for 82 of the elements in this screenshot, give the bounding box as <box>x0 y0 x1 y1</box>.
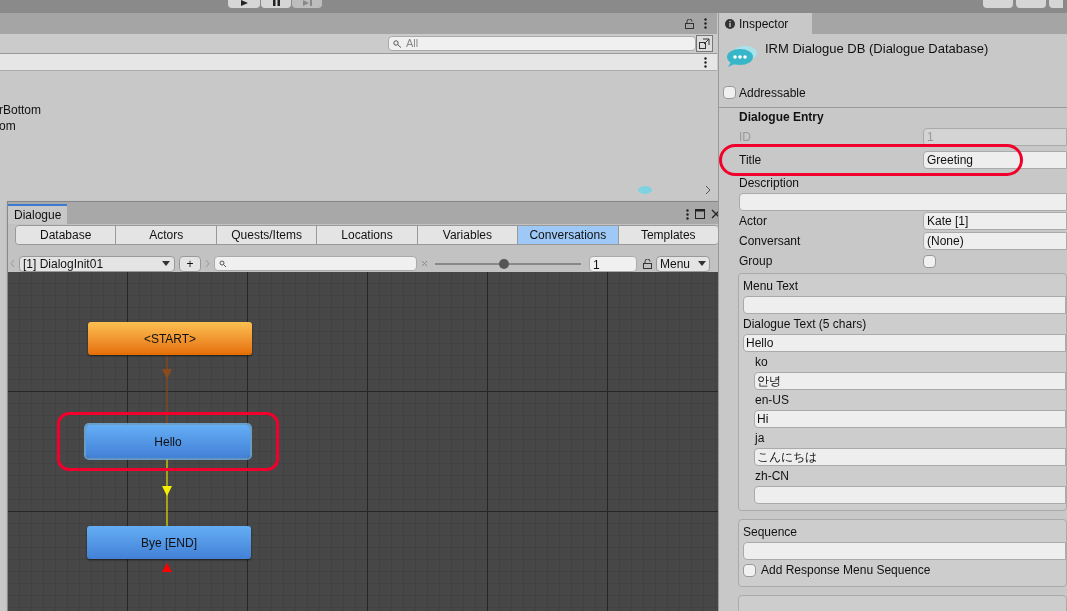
dropdown-value: [1] DialogInit01 <box>23 255 104 273</box>
lock-icon[interactable] <box>685 18 694 29</box>
maximize-button[interactable] <box>696 35 713 52</box>
tab[interactable]: Conversations <box>517 226 618 244</box>
text-field[interactable]: (None) <box>923 232 1067 250</box>
search-field[interactable]: All <box>388 36 696 51</box>
text-field[interactable]: Greeting <box>923 151 1067 169</box>
chat-bubbles-icon <box>725 44 759 68</box>
text-field[interactable] <box>754 486 1066 504</box>
checkbox-label: Group <box>739 253 774 270</box>
text-field[interactable]: Kate [1] <box>923 212 1067 230</box>
caret-icon <box>162 261 170 266</box>
zoom-value-field[interactable]: 1 <box>589 255 637 272</box>
field-label: Actor <box>739 213 768 230</box>
dropdown-value: Menu <box>660 255 691 273</box>
step-icon <box>302 0 312 6</box>
more-icon[interactable] <box>704 18 707 29</box>
resize-icon <box>699 38 710 49</box>
chat-bubble-icon <box>637 185 653 195</box>
inspector-tab[interactable]: Inspector <box>719 13 812 34</box>
tab[interactable]: Variables <box>416 226 518 244</box>
field-label: ja <box>754 430 766 447</box>
menu-dropdown[interactable]: Menu <box>656 255 710 272</box>
tab[interactable]: Locations <box>316 226 417 244</box>
maximize-icon[interactable] <box>695 209 705 219</box>
section-title: Dialogue Entry <box>739 109 825 126</box>
tab[interactable]: Database <box>16 226 116 244</box>
incoming-arrowhead <box>162 563 172 572</box>
window-tab[interactable]: Dialogue <box>8 204 68 224</box>
tab-label: Inspector <box>739 15 789 33</box>
checkbox-label: Add Response Menu Sequence <box>761 562 931 579</box>
field-label: Menu Text <box>743 278 800 295</box>
more-icon[interactable] <box>686 208 689 220</box>
field-label: Title <box>739 152 763 169</box>
info-icon <box>725 18 735 29</box>
conversation-dropdown[interactable]: [1] DialogInit01 <box>19 255 175 272</box>
checkbox[interactable] <box>743 563 756 577</box>
dialogue-node[interactable]: Bye [END] <box>87 526 251 559</box>
text-field[interactable]: 안녕 <box>754 372 1066 390</box>
field-label: Conversant <box>739 233 802 250</box>
text-field[interactable]: Hi <box>754 410 1066 428</box>
text-field[interactable] <box>743 542 1066 560</box>
connector-arrow <box>162 458 172 527</box>
checkbox[interactable] <box>923 254 936 268</box>
search-icon <box>393 39 402 48</box>
checkbox[interactable] <box>723 86 736 99</box>
text-field[interactable] <box>743 296 1066 314</box>
tab[interactable]: Actors <box>115 226 216 244</box>
search-field[interactable] <box>214 256 417 271</box>
text-field: 1 <box>923 128 1067 146</box>
field-label: Description <box>739 175 801 192</box>
more-icon[interactable] <box>704 56 707 68</box>
field-label: zh-CN <box>754 468 790 485</box>
field-label: ko <box>754 354 769 371</box>
pause-button[interactable] <box>261 0 291 8</box>
caret-icon <box>698 261 706 266</box>
tab[interactable]: Templates <box>617 226 718 244</box>
forward-chevron-icon[interactable] <box>205 259 210 268</box>
list-item[interactable]: rBottom <box>0 102 717 118</box>
text-field[interactable]: こんにちは <box>754 448 1066 466</box>
chevron-right-icon[interactable] <box>705 185 711 195</box>
list-item[interactable]: om <box>0 118 717 134</box>
text-field[interactable]: Hello <box>743 334 1066 352</box>
text-field[interactable] <box>739 193 1067 211</box>
connector-arrow <box>162 354 172 426</box>
play-button[interactable] <box>228 0 260 8</box>
clear-icon[interactable] <box>421 260 428 267</box>
field-label: Dialogue Text (5 chars) <box>743 316 868 333</box>
dialogue-node[interactable]: <START> <box>88 322 252 355</box>
checkbox-label: Addressable <box>739 84 806 102</box>
pause-icon <box>272 0 280 6</box>
search-icon <box>219 259 227 268</box>
tab[interactable]: Quests/Items <box>215 226 317 244</box>
field-label: en-US <box>754 392 790 409</box>
object-title: IRM Dialogue DB (Dialogue Database) <box>765 40 989 58</box>
play-icon <box>240 0 248 6</box>
lock-icon[interactable] <box>643 258 652 269</box>
dialogue-node[interactable]: Hello <box>86 425 250 458</box>
back-chevron-icon[interactable] <box>10 259 15 268</box>
field-label: Sequence <box>743 524 799 541</box>
zoom-slider[interactable] <box>435 257 581 270</box>
add-button[interactable]: + <box>179 255 201 272</box>
